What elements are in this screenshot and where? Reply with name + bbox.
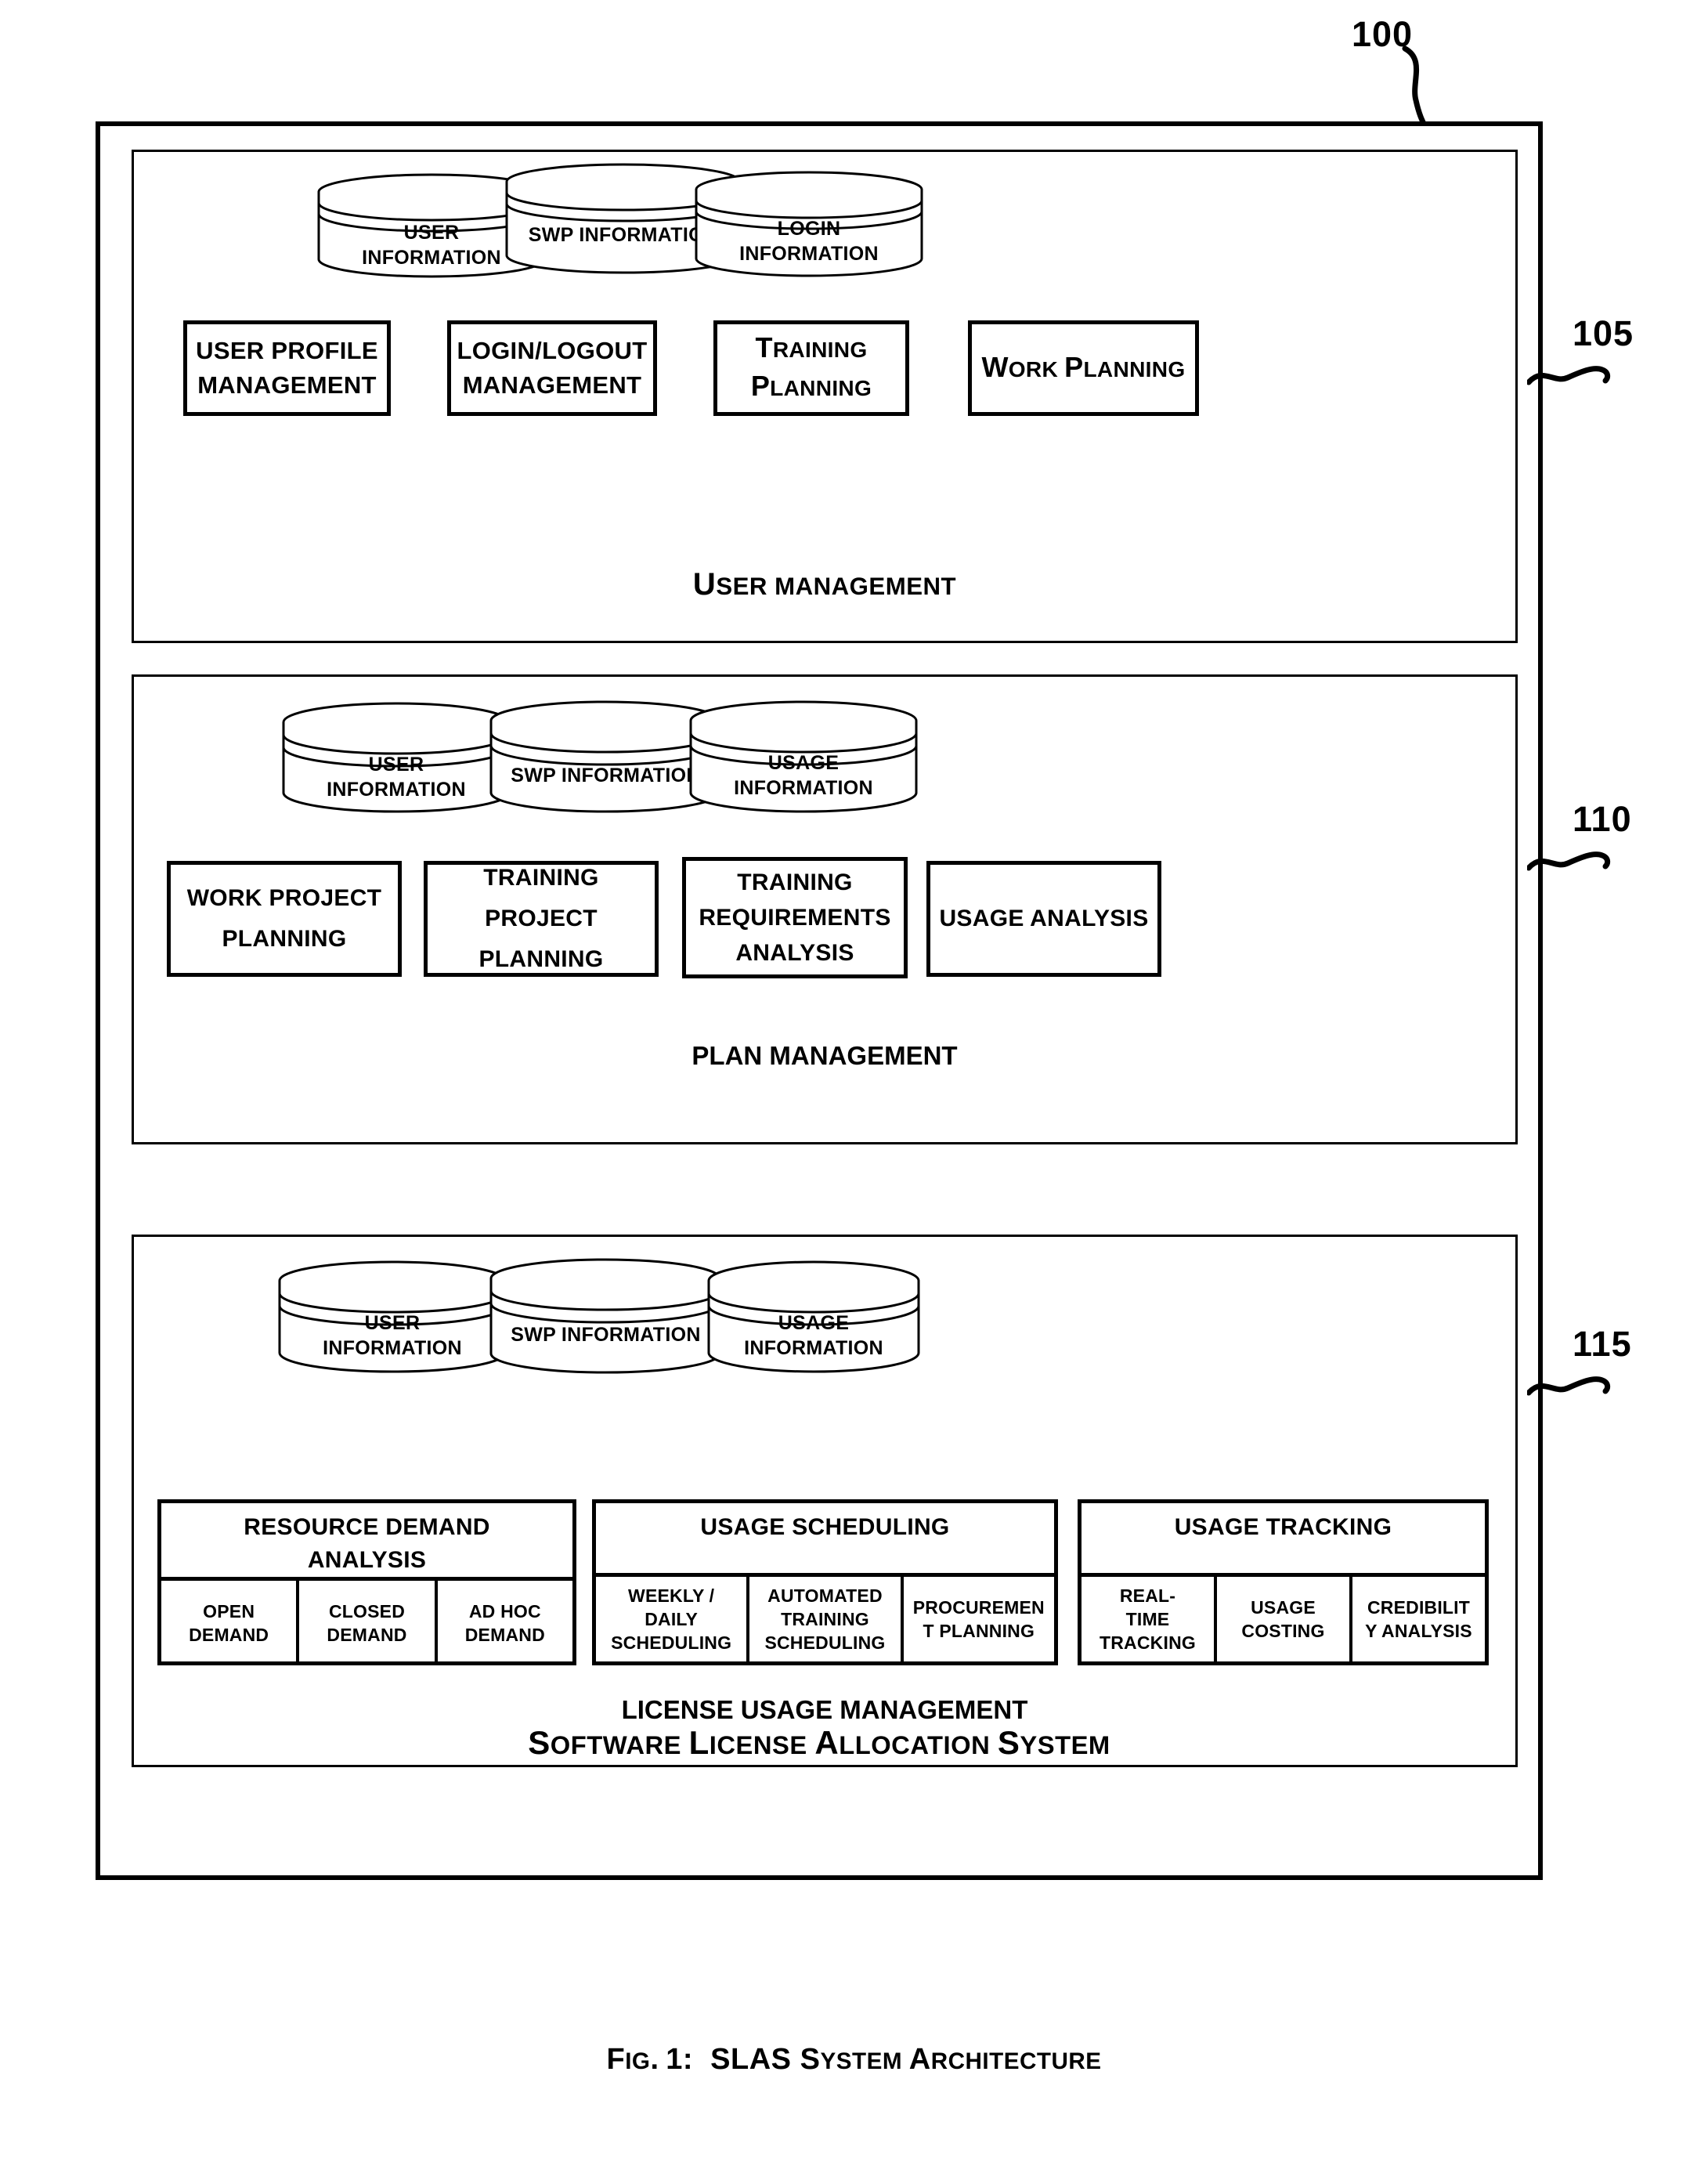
datastore-label-line1: LOGIN [777,218,841,240]
section-user-management: USER INFORMATION SWP INFORMATION LOGIN I… [132,150,1518,643]
module-work-planning[interactable]: WORK PLANNING [968,320,1199,416]
module-training-project-planning[interactable]: TRAINING PROJECT PLANNING [424,861,659,977]
datastore-label-line2: INFORMATION [327,779,466,801]
cell-label-line1: CREDIBILIT [1367,1597,1471,1618]
cell-label-line1: WEEKLY / [628,1585,715,1606]
reference-numeral-105: 105 [1573,313,1634,353]
module-training-requirements-analysis[interactable]: TRAINING REQUIREMENTS ANALYSIS [682,857,908,978]
figure-caption: FIG. 1: SLAS SYSTEM ARCHITECTURE [606,2043,1102,2076]
group-header: USAGE SCHEDULING [596,1503,1054,1544]
datastore-swp-information: SWP INFORMATION [486,1256,725,1378]
cell-label-line1: PROCUREMEN [912,1597,1045,1618]
cell-label-line2: DEMAND [189,1625,269,1645]
group-usage-tracking[interactable]: USAGE TRACKING REAL- TIME TRACKING USAGE… [1078,1499,1489,1665]
cell-ad-hoc-demand[interactable]: AD HOC DEMAND [434,1581,572,1665]
cell-closed-demand[interactable]: CLOSED DEMAND [296,1581,434,1665]
cell-label-line3: TRACKING [1100,1632,1196,1653]
datastore-label-line2: INFORMATION [744,1337,883,1359]
module-usage-analysis[interactable]: USAGE ANALYSIS [926,861,1161,977]
module-label-line1: WORK PLANNING [981,350,1186,383]
section-license-usage-management: USER INFORMATION SWP INFORMATION USAGE I… [132,1235,1518,1767]
datastore-user-information: USER INFORMATION [275,1259,510,1376]
module-label-line3: ANALYSIS [735,940,854,966]
module-label-line1: TRAINING [755,331,868,363]
datastore-label-line1: SWP INFORMATION [511,1324,701,1346]
group-resource-demand-analysis[interactable]: RESOURCE DEMAND ANALYSIS OPEN DEMAND CLO… [157,1499,576,1665]
cell-label-line2: TIME [1125,1609,1170,1629]
group-header-line1: RESOURCE DEMAND [244,1514,490,1540]
cell-real-time-tracking[interactable]: REAL- TIME TRACKING [1081,1577,1214,1661]
datastore-usage-information: USAGE INFORMATION [686,699,921,816]
cell-label-line3: SCHEDULING [611,1632,732,1653]
cell-automated-training-scheduling[interactable]: AUTOMATED TRAINING SCHEDULING [746,1577,900,1661]
datastore-label-line2: INFORMATION [323,1337,462,1359]
system-outer-frame: USER INFORMATION SWP INFORMATION LOGIN I… [96,121,1543,1880]
module-label-line1: LOGIN/LOGOUT [457,337,648,364]
datastore-label-line1: USER [364,1312,421,1334]
leader-line-115 [1527,1376,1611,1396]
cell-credibility-analysis[interactable]: CREDIBILIT Y ANALYSIS [1349,1577,1485,1661]
module-label-line1: TRAINING PROJECT [483,865,599,931]
group-header-line2: ANALYSIS [307,1547,427,1573]
cell-label-line1: AUTOMATED [767,1585,883,1606]
module-label-line2: PLANNING [222,926,347,952]
cell-label-line2: DEMAND [327,1625,407,1645]
cell-label-line2: DAILY [645,1609,699,1629]
cell-label-line2: TRAINING [781,1609,869,1629]
module-label-line1: WORK PROJECT [186,885,382,911]
datastore-login-information: LOGIN INFORMATION [692,169,926,280]
module-login-logout-management[interactable]: LOGIN/LOGOUT MANAGEMENT [447,320,657,416]
cell-label-line1: CLOSED [328,1601,406,1622]
module-label-line2: REQUIREMENTS [699,905,891,931]
group-header: USAGE TRACKING [1081,1503,1485,1544]
module-label-line2: MANAGEMENT [197,371,377,399]
cell-label-line2: DEMAND [464,1625,545,1645]
cell-usage-costing[interactable]: USAGE COSTING [1214,1577,1349,1661]
leader-line-100 [1402,45,1428,128]
module-label-line1: USER PROFILE [196,337,378,364]
reference-numeral-115: 115 [1573,1324,1632,1364]
group-header-line1: USAGE TRACKING [1174,1514,1392,1540]
datastore-user-information: USER INFORMATION [279,700,514,816]
group-header: RESOURCE DEMAND ANALYSIS [161,1503,572,1577]
cell-procurement-planning[interactable]: PROCUREMEN T PLANNING [900,1577,1054,1661]
leader-line-105 [1527,366,1611,385]
group-usage-scheduling[interactable]: USAGE SCHEDULING WEEKLY / DAILY SCHEDULI… [592,1499,1058,1665]
cell-open-demand[interactable]: OPEN DEMAND [161,1581,296,1665]
cell-label-line1: OPEN [203,1601,255,1622]
cell-label-line3: SCHEDULING [764,1632,886,1653]
cell-label-line1: USAGE [1251,1597,1316,1618]
section-title-plan-management: PLAN MANAGEMENT [692,1041,958,1070]
datastore-label-line2: INFORMATION [734,777,873,799]
cell-weekly-daily-scheduling[interactable]: WEEKLY / DAILY SCHEDULING [596,1577,746,1661]
cell-label-line2: T PLANNING [923,1621,1035,1641]
module-label-line1: USAGE ANALYSIS [939,906,1149,931]
module-training-planning[interactable]: TRAINING PLANNING [713,320,909,416]
datastore-label-line1: USAGE [778,1312,850,1334]
module-label-line2: MANAGEMENT [462,371,642,399]
cell-label-line2: COSTING [1241,1621,1325,1641]
cell-label-line1: AD HOC [468,1601,541,1622]
module-work-project-planning[interactable]: WORK PROJECT PLANNING [167,861,402,977]
module-user-profile-management[interactable]: USER PROFILE MANAGEMENT [183,320,391,416]
module-label-line1: TRAINING [737,870,853,895]
reference-numeral-110: 110 [1573,799,1632,839]
datastore-label-line1: USAGE [767,752,840,774]
module-label-line2: PLANNING [478,946,604,972]
group-header-line1: USAGE SCHEDULING [700,1514,950,1540]
datastore-label-line1: USER [368,754,424,776]
cell-label-line1: REAL- [1119,1585,1176,1606]
section-title-user-management: USER MANAGEMENT [692,567,957,602]
section-plan-management: USER INFORMATION SWP INFORMATION USAGE I… [132,674,1518,1144]
leader-line-110 [1527,851,1611,871]
datastore-usage-information: USAGE INFORMATION [704,1259,923,1376]
system-title: SOFTWARE LICENSE ALLOCATION SYSTEM [528,1724,1110,1761]
cell-label-line2: Y ANALYSIS [1365,1621,1472,1641]
datastore-label-line2: INFORMATION [739,243,879,265]
module-label-line2: PLANNING [750,370,872,402]
section-title-license-usage-management: LICENSE USAGE MANAGEMENT [621,1695,1028,1724]
